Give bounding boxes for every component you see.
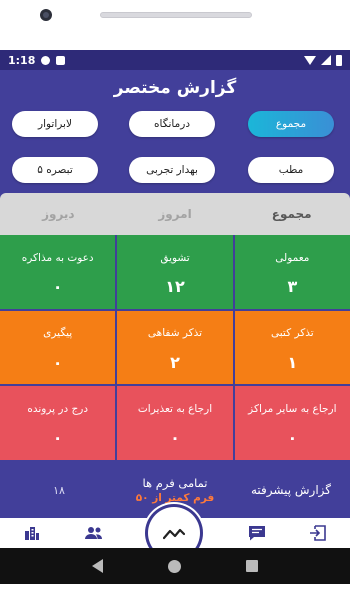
forms-count: ۱۸	[53, 483, 65, 497]
tab-yesterday[interactable]: دیروز	[0, 193, 117, 235]
tab-total[interactable]: مجموع	[233, 193, 350, 235]
phone-screen: 1:18 گزارش مختصر مجموع درمانگاه لابراتوا…	[0, 0, 350, 598]
stat-value: ۰	[52, 428, 63, 448]
buildings-icon[interactable]	[22, 523, 42, 543]
stat-value: ۱	[287, 352, 298, 372]
period-tabs: مجموع امروز دیروز	[0, 193, 350, 235]
stat-cell-refer-penalties[interactable]: ارجاع به تعذیرات ۰	[117, 386, 233, 460]
tab-today[interactable]: امروز	[117, 193, 234, 235]
battery-icon	[336, 54, 342, 66]
exit-icon[interactable]	[308, 523, 328, 543]
stat-label: پیگیری	[43, 327, 73, 340]
users-icon[interactable]	[84, 523, 104, 543]
stat-value: ۲	[170, 352, 180, 372]
wifi-icon	[304, 55, 316, 65]
stat-cell-verbal-warning[interactable]: تذکر شفاهی ۲	[117, 310, 233, 385]
stat-cell-negotiation-invite[interactable]: دعوت به مذاکره ۰	[0, 235, 116, 309]
filter-total-button[interactable]: مجموع	[248, 111, 334, 137]
stat-label: دعوت به مذاکره	[21, 251, 94, 264]
earpiece-speaker	[100, 12, 252, 18]
stat-cell-written-warning[interactable]: تذکر کتبی ۱	[234, 310, 350, 385]
stat-value: ۰	[287, 428, 298, 448]
filter-clinic-button[interactable]: درمانگاه	[129, 111, 215, 137]
stat-value: ۳	[287, 276, 298, 296]
notification-icon	[41, 55, 51, 65]
filter-laboratory-button[interactable]: لابراتوار	[12, 111, 98, 137]
sd-card-icon	[56, 55, 66, 65]
stat-label: ارجاع به سایر مراکز	[248, 402, 337, 415]
recent-apps-icon[interactable]	[245, 560, 258, 572]
stat-cell-encouragement[interactable]: تشویق ۱۲	[117, 235, 233, 309]
app-content: گزارش مختصر مجموع درمانگاه لابراتوار مطب…	[0, 70, 350, 564]
forms-label: تمامی فرم ها	[142, 476, 208, 490]
stat-value: ۰	[52, 352, 63, 372]
filter-empirical-health-button[interactable]: بهدار تجربی	[129, 157, 215, 183]
stat-label: تذکر کتبی	[271, 327, 314, 340]
forms-summary: تمامی فرم ها فرم کمتر از ۵۰	[118, 476, 232, 504]
signal-icon	[321, 55, 331, 65]
back-icon[interactable]	[92, 559, 104, 573]
stat-cell-record-in-file[interactable]: درج در پرونده ۰	[0, 386, 116, 460]
chat-icon[interactable]	[247, 523, 267, 543]
filter-office-button[interactable]: مطب	[248, 157, 334, 183]
stat-cell-refer-other-centers[interactable]: ارجاع به سایر مراکز ۰	[234, 386, 350, 460]
front-camera	[40, 9, 52, 21]
stat-label: ارجاع به تعذیرات	[137, 402, 213, 415]
page-title: گزارش مختصر	[113, 78, 237, 98]
stat-label: درج در پرونده	[27, 402, 89, 415]
advanced-report-link[interactable]: گزارش پیشرفته	[232, 483, 350, 497]
stat-value: ۱۲	[165, 276, 185, 296]
stat-label: معمولی	[275, 251, 310, 264]
device-bezel-top	[0, 0, 350, 50]
stat-label: تشویق	[160, 251, 190, 264]
status-time: 1:18	[8, 53, 36, 67]
stat-label: تذکر شفاهی	[147, 327, 203, 340]
android-nav-bar	[0, 548, 350, 584]
status-bar: 1:18	[0, 50, 350, 70]
stat-cell-follow-up[interactable]: پیگیری ۰	[0, 310, 116, 385]
stat-value: ۰	[170, 428, 180, 448]
device-bezel-bottom	[0, 584, 350, 598]
stats-grid: معمولی ۳ تشویق ۱۲ دعوت به مذاکره ۰ تذکر …	[0, 235, 350, 460]
stat-value: ۰	[52, 276, 63, 296]
filter-note5-button[interactable]: تبصره ۵	[12, 157, 98, 183]
home-icon[interactable]	[167, 559, 181, 573]
stat-cell-normal[interactable]: معمولی ۳	[234, 235, 350, 309]
